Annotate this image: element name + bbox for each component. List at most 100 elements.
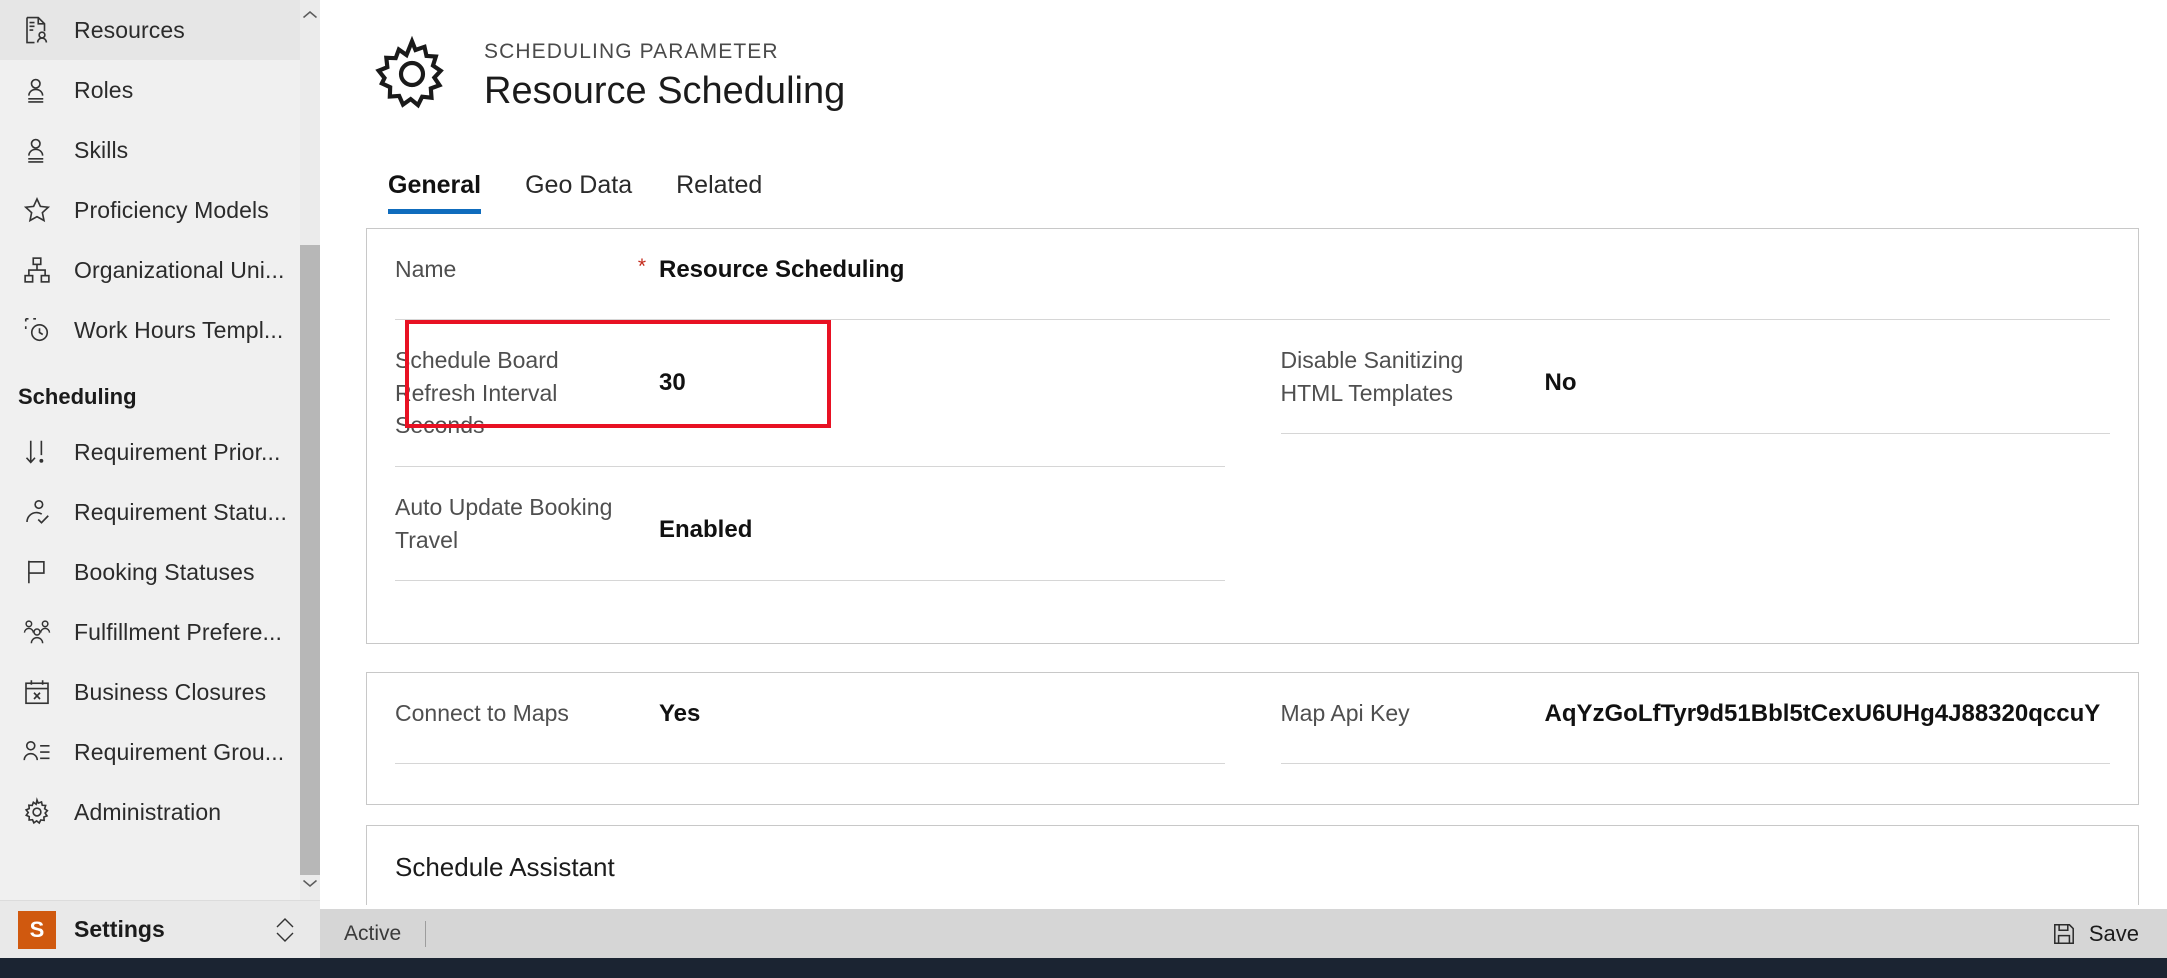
required-marker-placeholder [625,491,659,493]
field-name[interactable]: Name * Resource Scheduling [367,229,1253,319]
entity-name: SCHEDULING PARAMETER [484,40,779,63]
field-divider [395,580,1225,582]
sidebar-group-header-scheduling: Scheduling [18,384,137,409]
field-row-refresh-sanitize: Schedule Board Refresh Interval Seconds … [367,320,2139,582]
required-marker-placeholder [1511,697,1545,699]
sidebar-item-label: Requirement Prior... [74,438,281,465]
field-value: Yes [659,700,701,728]
sidebar-item-roles[interactable]: Roles [0,60,320,120]
tabstrip: General Geo Data Related [338,150,2167,214]
sidebar-scroll-up-icon[interactable] [300,2,320,28]
field-label: Map Api Key [1280,700,1410,727]
required-marker: * [637,255,647,278]
sidebar-item-business-closures[interactable]: Business Closures [0,662,320,722]
sidebar-item-label: Proficiency Models [74,196,269,223]
sidebar-item-label: Booking Statuses [74,558,255,585]
org-hierarchy-icon [18,251,56,289]
window-bottom-strip [0,958,2167,978]
field-col-left: Name * Resource Scheduling [367,229,1253,319]
field-divider [1280,763,2110,765]
maps-settings-card: Connect to Maps Yes Map Api Key AqYzGoLf… [366,672,2139,806]
field-connect-to-maps[interactable]: Connect to Maps Yes [367,673,1253,763]
flag-icon [18,553,56,591]
statusbar-divider [425,920,427,947]
required-marker-placeholder [625,697,659,699]
field-row-maps: Connect to Maps Yes Map Api Key AqYzGoLf… [367,673,2139,765]
sidebar-item-proficiency-models[interactable]: Proficiency Models [0,180,320,240]
app-window: Resources Roles Skills Proficiency Model… [0,0,2167,978]
schedule-assistant-card: Schedule Assistant [366,825,2139,906]
sidebar-item-requirement-groups[interactable]: Requirement Grou... [0,722,320,782]
field-row-name: Name * Resource Scheduling [367,229,2138,319]
gear-icon [18,793,56,831]
status-badge[interactable]: Active [344,922,401,946]
field-col-right: Map Api Key AqYzGoLfTyr9d51Bbl5tCexU6UHg… [1253,673,2139,765]
field-value: 30 [659,369,686,396]
people-group-icon [18,613,56,651]
sort-priority-icon [18,433,56,471]
record-header: SCHEDULING PARAMETER Resource Scheduling [338,0,2167,150]
statusbar: Active Save [320,909,2167,958]
schedule-assistant-title: Schedule Assistant [395,852,615,883]
sidebar-scroll-down-icon[interactable] [300,870,320,896]
main-content: SCHEDULING PARAMETER Resource Scheduling… [338,0,2167,955]
work-hours-clock-icon [18,311,56,349]
field-label: Disable Sanitizing HTML Templates [1280,347,1464,406]
sidebar-item-label: Fulfillment Prefere... [74,618,282,645]
sidebar-item-label: Resources [74,16,185,43]
page-title: Resource Scheduling [484,70,846,112]
field-value: No [1544,369,1577,396]
sidebar-item-requirement-statuses[interactable]: Requirement Statu... [0,482,320,542]
field-value: AqYzGoLfTyr9d51Bbl5tCexU6UHg4J88320qccuY [1544,700,2101,728]
save-button[interactable]: Save [2045,917,2145,951]
required-marker-placeholder [625,344,659,346]
calendar-x-icon [18,673,56,711]
field-label: Auto Update Booking Travel [395,493,613,553]
field-col-right-empty [1253,229,2139,319]
sidebar-item-fulfillment-preferences[interactable]: Fulfillment Prefere... [0,602,320,662]
sidebar-scroll-area: Resources Roles Skills Proficiency Model… [0,0,320,900]
sidebar-item-label: Requirement Statu... [74,498,287,525]
person-list-icon [18,733,56,771]
sidebar-item-label: Requirement Grou... [74,738,285,765]
field-label: Name [395,256,457,282]
person-skill-icon [18,131,56,169]
field-divider [1280,433,2110,435]
settings-badge: S [18,910,56,949]
sidebar-item-booking-statuses[interactable]: Booking Statuses [0,542,320,602]
field-col-left: Schedule Board Refresh Interval Seconds … [367,320,1253,582]
sidebar-item-label: Business Closures [74,678,267,705]
field-label: Schedule Board Refresh Interval Seconds [395,347,559,439]
sidebar-item-skills[interactable]: Skills [0,120,320,180]
gear-icon [368,30,456,118]
tab-related[interactable]: Related [654,171,784,214]
sidebar-item-organizational-units[interactable]: Organizational Uni... [0,240,320,300]
record-titles: SCHEDULING PARAMETER Resource Scheduling [484,30,845,113]
sidebar-item-requirement-priorities[interactable]: Requirement Prior... [0,422,320,482]
field-value: Enabled [659,515,753,543]
sidebar-scrollbar[interactable] [300,0,320,900]
general-settings-card: Name * Resource Scheduling Schedule Boar… [366,228,2139,645]
field-map-api-key[interactable]: Map Api Key AqYzGoLfTyr9d51Bbl5tCexU6UHg… [1253,673,2139,763]
sidebar-scrollbar-thumb[interactable] [300,245,320,875]
field-col-left: Connect to Maps Yes [367,673,1253,765]
sidebar-item-work-hours-templates[interactable]: Work Hours Templ... [0,300,320,360]
tab-geo-data[interactable]: Geo Data [503,171,654,214]
sidebar-item-resources[interactable]: Resources [0,0,320,60]
sidebar-item-label: Organizational Uni... [74,256,285,283]
field-label: Connect to Maps [395,700,569,727]
sidebar-item-administration[interactable]: Administration [0,782,320,842]
sidebar-area-switcher-settings[interactable]: S Settings [0,900,320,958]
save-floppy-icon [2051,921,2077,947]
sidebar-item-label: Roles [74,76,134,103]
field-divider [395,763,1225,765]
field-auto-update-booking-travel[interactable]: Auto Update Booking Travel Enabled [367,467,1253,580]
tab-general[interactable]: General [366,171,503,214]
sidebar-item-label: Administration [74,798,222,825]
chevron-up-down-icon[interactable] [268,915,302,945]
field-disable-sanitizing-html-templates[interactable]: Disable Sanitizing HTML Templates No [1253,320,2139,433]
field-schedule-board-refresh-interval[interactable]: Schedule Board Refresh Interval Seconds … [367,320,1253,466]
save-label: Save [2088,920,2139,946]
sidebar-item-label: Work Hours Templ... [74,316,284,343]
sidebar: Resources Roles Skills Proficiency Model… [0,0,320,978]
